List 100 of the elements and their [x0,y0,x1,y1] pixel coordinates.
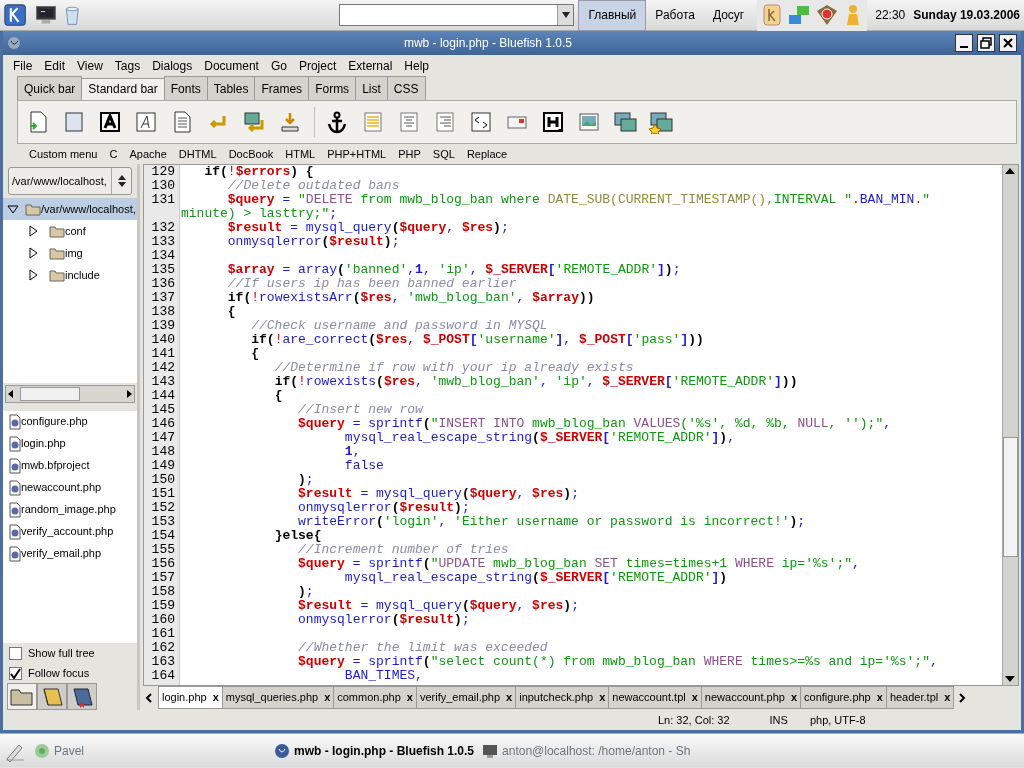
close-button[interactable]: x [691,689,698,706]
checkbox-label[interactable]: Show full tree [28,644,95,662]
panel-tab[interactable] [37,683,67,710]
project-file[interactable]: configure.php [3,410,137,433]
close-button[interactable]: x [324,689,331,706]
toolbar-tab[interactable]: Fonts [163,76,208,100]
close-button[interactable]: x [790,689,798,706]
checkbox[interactable] [9,646,22,660]
menu-item[interactable]: Help [398,57,435,75]
toolbar-tab[interactable]: Tables [206,76,256,100]
scrollbar[interactable] [5,384,135,403]
picture-arrow-icon[interactable] [242,110,266,134]
desktop-button[interactable]: Досуг [703,0,754,31]
close-button[interactable]: x [506,689,513,706]
panel-tab[interactable] [7,683,37,710]
location-dropdown[interactable]: /var/www/localhost, [8,167,132,195]
close-button[interactable]: x [944,689,951,706]
project-file[interactable]: mwb.bfproject [3,454,137,477]
letter-icon[interactable] [98,110,122,134]
toolbar-tab[interactable]: Quick bar [17,76,83,100]
triangle-icon[interactable] [27,246,39,259]
menu-item[interactable]: Custom menu [23,145,104,163]
project-file[interactable]: verify_account.php [3,520,137,543]
maximize-button[interactable] [977,34,995,52]
app-menu-icon[interactable] [4,2,27,28]
note-icon[interactable] [761,3,784,27]
toolbar-tab[interactable]: List [355,76,388,100]
menu-item[interactable]: Replace [460,145,514,163]
close-button[interactable]: x [599,689,606,706]
menu-item[interactable]: Edit [38,57,72,75]
toolbar-tab[interactable]: Standard bar [81,78,165,100]
document-tab[interactable]: mysql_queries.php x [221,686,335,709]
triangle-icon[interactable] [27,268,39,281]
menu-item[interactable]: Apache [123,145,173,163]
checkbox[interactable] [9,666,22,680]
scrollbar-thumb[interactable] [1003,437,1018,557]
document-tab[interactable]: newaccount.tpl x [608,686,702,709]
menu-item[interactable]: HTML [279,145,322,163]
close-button[interactable]: x [876,689,883,706]
page-icon[interactable] [62,110,86,134]
toolbar-tab[interactable]: Forms [308,76,357,100]
menu-item[interactable]: View [71,57,109,75]
menu-item[interactable]: C [103,145,124,163]
document-tab[interactable]: verify_email.php x [415,686,517,709]
panel-tab[interactable] [67,683,97,710]
toolbar-tab[interactable]: CSS [386,76,426,100]
checkbox-label[interactable]: Follow focus [28,664,90,682]
project-file[interactable]: random_image.php [3,498,137,521]
menu-item[interactable]: Dialogs [146,57,199,75]
scrollbar-thumb[interactable] [20,386,80,401]
close-button[interactable] [999,34,1017,52]
menu-item[interactable]: DocBook [222,145,280,163]
close-button[interactable]: x [406,689,413,706]
tree-item[interactable]: include [3,263,137,286]
tree-item[interactable]: img [3,241,137,264]
heading-dropdown-icon[interactable] [541,110,565,134]
menu-item[interactable]: Go [264,57,293,75]
menu-item[interactable]: Tags [108,57,147,75]
pictures-star-icon[interactable] [649,110,673,134]
triangle-icon[interactable] [27,224,39,237]
project-file[interactable]: login.php [3,432,137,455]
scrollbar[interactable] [1002,165,1018,685]
task-button[interactable]: anton@localhost: /home/anton - Sh [482,741,691,760]
tree-item[interactable]: conf [3,219,137,242]
document-tab[interactable]: newaccount.php x [700,686,802,709]
menu-item[interactable]: Project [292,57,343,75]
document-tab[interactable]: header.tpl x [885,686,955,709]
menu-item[interactable]: SQL [426,145,461,163]
close-button[interactable]: x [212,689,219,706]
document-tab[interactable]: login.php x [158,686,223,709]
anchor-icon[interactable] [325,110,349,134]
desktop-button[interactable]: Работа [646,0,704,31]
triangle-icon[interactable] [7,202,19,215]
desktop-button[interactable]: Главный [578,0,647,31]
comment-tag-icon[interactable] [469,110,493,134]
tree-item[interactable]: /var/www/localhost, [3,197,137,220]
picture-icon[interactable] [577,110,601,134]
menu-item[interactable]: Document [198,57,265,75]
document-tab[interactable]: inputcheck.php x [515,686,610,709]
project-file[interactable]: verify_email.php [3,542,137,565]
right-lines-icon[interactable] [433,110,457,134]
pictures-icon[interactable] [613,110,637,134]
task-button[interactable]: mwb - login.php - Bluefish 1.0.5 [274,741,475,760]
menu-item[interactable]: PHP+HTML [321,145,393,163]
command-field[interactable] [338,4,575,26]
badge-icon[interactable] [815,3,840,27]
menu-item[interactable]: External [342,57,399,75]
document-tab[interactable]: common.php x [333,686,417,709]
toolbar-tab[interactable]: Frames [254,76,310,100]
tray-arrow-icon[interactable] [278,110,302,134]
window-menu-icon[interactable] [7,36,21,50]
desktop-item[interactable]: Pavel [34,741,85,760]
menu-item[interactable]: DHTML [172,145,223,163]
centered-lines-icon[interactable] [397,110,421,134]
minimize-button[interactable] [955,34,973,52]
document-tab[interactable]: configure.php x [800,686,887,709]
menu-item[interactable]: PHP [392,145,427,163]
network-icon[interactable] [787,3,812,27]
project-file[interactable]: newaccount.php [3,476,137,499]
menu-item[interactable]: File [7,57,39,75]
